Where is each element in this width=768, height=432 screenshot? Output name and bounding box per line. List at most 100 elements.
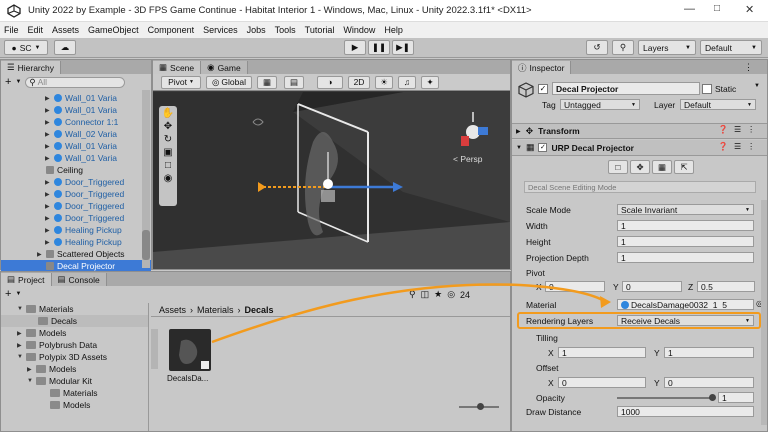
project-folder-item[interactable]: ▼ Polypix 3D Assets [1,351,148,363]
menu-tutorial[interactable]: Tutorial [305,25,335,35]
search-button[interactable]: ⚲ [612,40,634,55]
shading-dropdown[interactable]: ◑ [317,75,343,89]
menu-edit[interactable]: Edit [28,25,44,35]
projection-depth-field[interactable]: 1 [617,252,754,263]
pivot-dropdown[interactable]: Pivot ▼ [161,75,201,89]
hierarchy-item[interactable]: ▶ Wall_02 Varia [1,128,151,140]
hierarchy-item[interactable]: ▶ Wall_01 Varia [1,92,151,104]
hierarchy-item[interactable]: ▶ Door_Triggered [1,188,151,200]
expand-arrow-icon[interactable]: ▶ [45,203,54,210]
hierarchy-item[interactable]: ▶ Door_Triggered [1,200,151,212]
opacity-slider-handle[interactable] [709,394,716,401]
transform-tool-icon[interactable]: ◉ [164,173,173,184]
component-enabled-checkbox[interactable]: ✓ [538,143,548,152]
pause-button[interactable]: ❚❚ [368,40,390,55]
menu-file[interactable]: File [4,25,19,35]
object-name-input[interactable]: Decal Projector [552,82,700,95]
filter-icon[interactable]: ◫ [421,289,430,300]
account-button[interactable]: ● SC ▼ [4,40,48,55]
opacity-slider[interactable] [617,394,716,401]
preset-icon[interactable]: ☰ [734,142,741,151]
more-icon[interactable]: ⋮ [747,142,755,151]
project-folder-item[interactable]: ▶ Polybrush Data [1,339,148,351]
mode-2d-button[interactable]: 2D [348,75,370,89]
hierarchy-item[interactable]: ▶ Wall_01 Varia [1,140,151,152]
history-button[interactable]: ↺ [586,40,608,55]
hierarchy-item[interactable]: ▶ Door_Triggered [1,212,151,224]
hierarchy-item[interactable]: Ceiling [1,164,151,176]
hierarchy-item[interactable]: ▶ Wall_01 Varia [1,104,151,116]
expand-arrow-icon[interactable]: ▶ [45,179,54,186]
expand-arrow-icon[interactable]: ▶ [45,119,54,126]
tab-inspector[interactable]: ⓘ Inspector [512,61,572,74]
play-button[interactable]: ▶ [344,40,366,55]
global-dropdown[interactable]: ◎ Global [206,75,252,89]
project-scrollbar[interactable] [151,329,158,369]
expand-arrow-icon[interactable]: ▼ [17,306,26,312]
hand-tool-icon[interactable]: ✋ [162,108,174,119]
tab-project[interactable]: ▤ Project [1,273,52,286]
expand-arrow-icon[interactable]: ▶ [27,366,36,373]
project-folder-item[interactable]: ▼ Modular Kit [1,375,148,387]
expand-arrow-icon[interactable]: ▶ [17,342,26,349]
rotate-tool-icon[interactable]: ↻ [164,134,172,145]
expand-arrow-icon[interactable]: ▶ [45,131,54,138]
hierarchy-scrollbar[interactable] [142,90,150,268]
opacity-field[interactable]: 1 [718,392,754,403]
slider-handle[interactable] [477,403,484,410]
draw-distance-field[interactable]: 1000 [617,406,754,417]
offset-y-field[interactable]: 0 [664,377,754,388]
menu-services[interactable]: Services [203,25,238,35]
tag-dropdown[interactable]: Untagged ▼ [560,99,640,110]
expand-arrow-icon[interactable]: ▶ [45,191,54,198]
expand-arrow-icon[interactable]: ▶ [45,107,54,114]
project-folder-item[interactable]: ▶ Models [1,363,148,375]
edit-pivot-button[interactable]: ✥ [630,160,650,174]
menu-tools[interactable]: Tools [275,25,296,35]
more-icon[interactable]: ⋮ [747,125,755,134]
menu-window[interactable]: Window [343,25,375,35]
tab-scene[interactable]: ▦ Scene [153,61,202,74]
expand-arrow-icon[interactable]: ▶ [45,239,54,246]
menu-jobs[interactable]: Jobs [247,25,266,35]
pivot-y-field[interactable]: 0 [622,281,682,292]
minimize-icon[interactable]: — [684,3,695,15]
panel-menu-icon[interactable]: ⋮ [744,62,753,73]
close-icon[interactable]: ✕ [745,3,754,16]
hierarchy-item[interactable]: ▶ Healing Pickup [1,224,151,236]
layers-dropdown[interactable]: Layers ▼ [638,40,696,55]
scale-mode-dropdown[interactable]: Scale Invariant ▼ [617,204,754,215]
maximize-icon[interactable]: □ [714,3,720,14]
chevron-down-icon[interactable]: ▼ [15,291,21,297]
breadcrumb-decals[interactable]: Decals [245,305,274,315]
pivot-x-field[interactable]: 0 [545,281,605,292]
expand-arrow-icon[interactable]: ▶ [45,215,54,222]
add-icon[interactable]: + [5,288,11,300]
breadcrumb-materials[interactable]: Materials [197,305,234,315]
layer-dropdown[interactable]: Default ▼ [680,99,756,110]
edit-uv-button[interactable]: ▦ [652,160,672,174]
active-checkbox[interactable]: ✓ [538,84,548,94]
chevron-down-icon[interactable]: ▼ [754,83,760,89]
rect-tool-icon[interactable]: □ [165,160,171,171]
expand-arrow-icon[interactable]: ▶ [37,251,46,258]
project-folder-item[interactable]: ▶ Models [1,327,148,339]
edit-scale-button[interactable]: ⇱ [674,160,694,174]
scene-viewport[interactable]: ✋ ✥ ↻ ▣ □ ◉ < Persp [153,92,510,269]
menu-gameobject[interactable]: GameObject [88,25,139,35]
snap-button[interactable]: ▤ [284,75,304,89]
expand-arrow-icon[interactable]: ▶ [45,143,54,150]
width-field[interactable]: 1 [617,220,754,231]
cloud-button[interactable]: ☁ [54,40,76,55]
hierarchy-item[interactable]: ▶ Wall_01 Varia [1,152,151,164]
scrollbar-thumb[interactable] [142,230,150,260]
tilling-y-field[interactable]: 1 [664,347,754,358]
effects-button[interactable]: ✦ [421,75,439,89]
thumbnail-size-slider[interactable] [459,403,499,410]
rendering-layers-dropdown[interactable]: Receive Decals ▼ [617,315,754,326]
tab-game[interactable]: ◉ Game [201,61,248,74]
step-button[interactable]: ▶❚ [392,40,414,55]
expand-arrow-icon[interactable]: ▶ [45,155,54,162]
project-folder-item[interactable]: ▼ Materials [1,303,148,315]
menu-help[interactable]: Help [384,25,403,35]
